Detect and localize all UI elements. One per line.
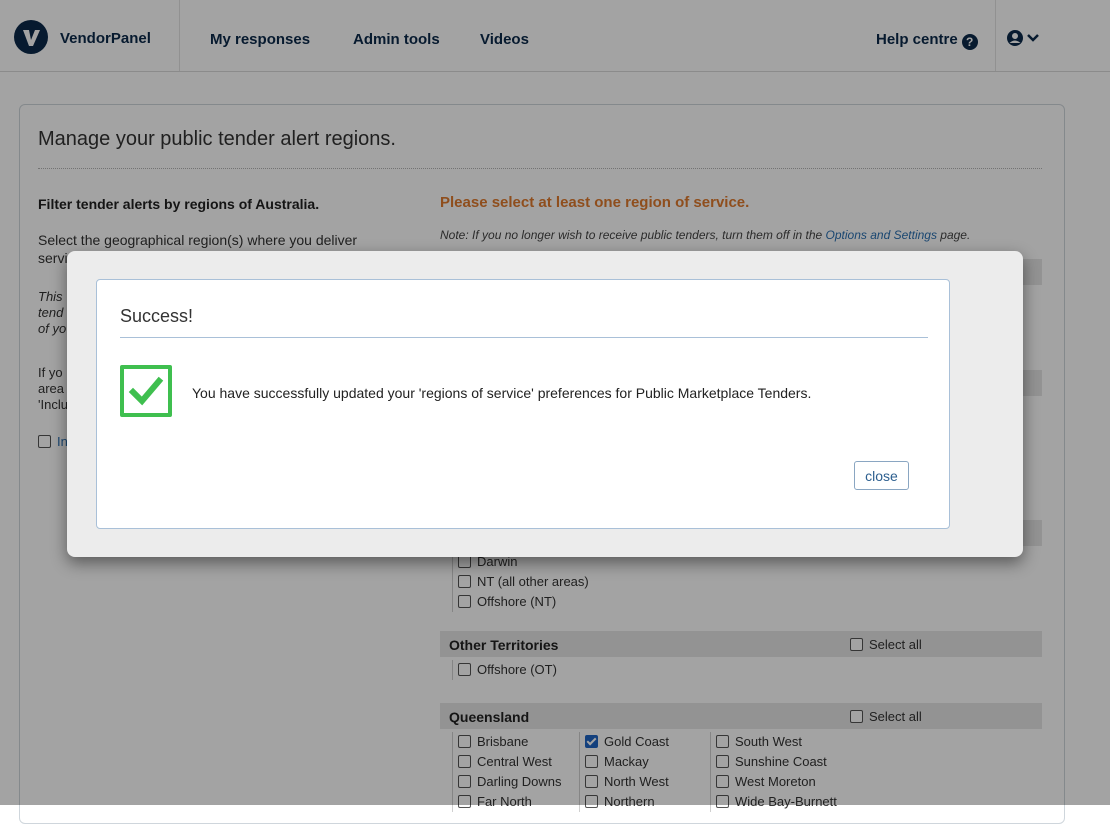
close-button[interactable]: close bbox=[854, 461, 909, 490]
success-message: You have successfully updated your 'regi… bbox=[192, 385, 812, 401]
checkmark-icon bbox=[120, 365, 172, 417]
modal-title-rule bbox=[120, 337, 928, 338]
modal-title: Success! bbox=[120, 306, 194, 326]
success-panel: Success! You have successfully updated y… bbox=[96, 279, 950, 529]
success-modal: Success! You have successfully updated y… bbox=[67, 251, 1023, 557]
